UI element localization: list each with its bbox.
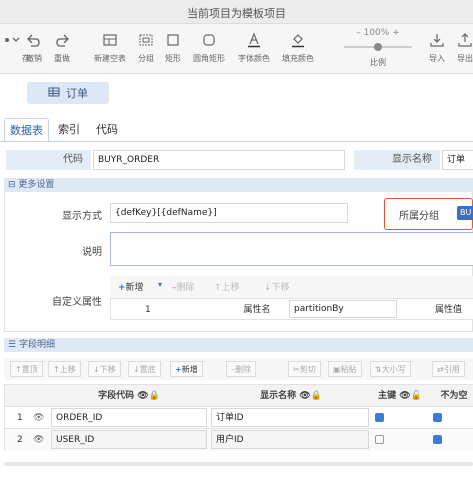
plus-icon: + — [118, 283, 126, 293]
app-window: 当前项目为模板项目 存 撤销 重做 新建空表 分组 矩形 圆角矩形 字体颜色 填… — [0, 0, 473, 477]
zoom-control: – 100% + 比例 — [336, 28, 420, 68]
field-down-button[interactable]: ↓下移 — [88, 361, 121, 377]
zoom-out-icon[interactable]: – — [356, 28, 361, 38]
pk-checkbox[interactable] — [375, 413, 384, 422]
redo-button[interactable]: 重做 — [40, 28, 84, 64]
attr-col-value-header: 属性值 — [434, 305, 462, 315]
display-name-label: 显示名称 — [354, 150, 440, 170]
entity-tab-order[interactable]: 订单 — [27, 82, 109, 104]
more-settings-icon: ⊟ — [8, 180, 16, 190]
zoom-label: 比例 — [370, 58, 386, 67]
pk-checkbox[interactable] — [375, 435, 384, 444]
field-top-button[interactable]: ↑置顶 — [10, 361, 43, 377]
attr-down-button[interactable]: ↓下移 — [264, 280, 290, 293]
field-name-input[interactable]: 用户ID — [211, 430, 369, 449]
fields-header[interactable]: ☰ 字段明细 — [4, 338, 473, 352]
attr-delete-button[interactable]: –删除 — [172, 280, 195, 293]
table-header-row: 字段代码 👁🔒 显示名称 👁🔒 主键 👁🔓 不为空 — [5, 385, 473, 407]
export-icon — [443, 28, 473, 52]
tab-bar: 数据表 索引 代码 — [0, 118, 473, 142]
field-paste-button[interactable]: ▣粘贴 — [328, 361, 362, 377]
field-cut-button[interactable]: ✂剪切 — [288, 361, 321, 377]
table-row[interactable]: 1 👁 ORDER_ID 订单ID — [5, 407, 473, 429]
field-bottom-button[interactable]: ↓置底 — [128, 361, 161, 377]
col-pk-header[interactable]: 主键 👁🔓 — [371, 386, 429, 406]
comment-textarea[interactable] — [110, 232, 473, 266]
toolbar: 存 撤销 重做 新建空表 分组 矩形 圆角矩形 字体颜色 填充颜色 – 100%… — [0, 24, 473, 74]
attr-col-name-header: 属性名 — [243, 305, 271, 315]
table-icon — [48, 87, 60, 100]
col-code-header[interactable]: 字段代码 👁🔒 — [49, 386, 209, 406]
attr-name-input[interactable]: partitionBy — [289, 300, 397, 318]
editor-panel: 订单 数据表 索引 代码 代码 BUYR_ORDER 显示名称 订单 ⊟ 更多设… — [0, 74, 473, 477]
eye-icon[interactable]: 👁 — [33, 408, 44, 428]
fields-table: 字段代码 👁🔒 显示名称 👁🔒 主键 👁🔓 不为空 1 👁 ORDER_ID 订… — [4, 384, 473, 451]
field-code-input[interactable]: USER_ID — [51, 430, 207, 449]
field-code-input[interactable]: ORDER_ID — [51, 408, 207, 427]
zoom-in-icon[interactable]: + — [392, 28, 400, 38]
attr-toolbar: +新增 ▾ –删除 ↑上移 ↓下移 — [110, 276, 473, 298]
font-color-icon — [232, 28, 276, 52]
group-label: 所属分组 — [399, 211, 439, 222]
tab-index[interactable]: 索引 — [54, 118, 84, 142]
field-delete-button[interactable]: –删除 — [226, 361, 256, 377]
export-button[interactable]: 导出 — [443, 28, 473, 64]
chevron-down-icon[interactable]: ▾ — [158, 280, 162, 289]
row-index: 1 — [17, 413, 23, 423]
tab-code[interactable]: 代码 — [92, 118, 122, 142]
display-mode-input[interactable]: {defKey}[{defName}] — [110, 203, 348, 223]
entity-tab-label: 订单 — [66, 87, 88, 100]
code-input[interactable]: BUYR_ORDER — [93, 150, 345, 170]
col-notnull-header[interactable]: 不为空 — [429, 386, 473, 406]
fill-color-button[interactable]: 填充颜色 — [276, 28, 320, 64]
rounded-rectangle-icon — [187, 28, 231, 52]
lock-icon: 🔒 — [310, 391, 322, 401]
more-settings-title: 更多设置 — [18, 180, 55, 190]
title-bar: 当前项目为模板项目 — [0, 0, 473, 24]
window-title: 当前项目为模板项目 — [187, 7, 286, 20]
attr-up-button[interactable]: ↑上移 — [214, 280, 240, 293]
fields-toolbar: ↑置顶 ↑上移 ↓下移 ↓置底 +新增 –删除 ✂剪切 ▣粘贴 ⇅大小写 ⇄引用 — [4, 358, 473, 380]
eye-icon: 👁 — [399, 391, 411, 401]
plus-icon: + — [175, 365, 182, 374]
font-color-button[interactable]: 字体颜色 — [232, 28, 276, 64]
fields-title: 字段明细 — [18, 340, 55, 350]
paint-bucket-icon — [276, 28, 320, 52]
comment-label: 说明 — [82, 247, 102, 258]
table-row[interactable]: 2 👁 USER_ID 用户ID — [5, 429, 473, 451]
zoom-slider-handle[interactable] — [374, 43, 382, 51]
display-name-input[interactable]: 订单 — [442, 150, 473, 170]
field-add-button[interactable]: +新增 — [170, 361, 203, 377]
field-up-button[interactable]: ↑上移 — [48, 361, 81, 377]
notnull-checkbox[interactable] — [433, 435, 442, 444]
lock-icon: 🔓 — [410, 391, 422, 401]
col-name-header[interactable]: 显示名称 👁🔒 — [211, 386, 371, 406]
zoom-value: 100% — [363, 28, 390, 38]
tab-table[interactable]: 数据表 — [4, 118, 49, 142]
redo-icon — [40, 28, 84, 52]
attr-add-button[interactable]: +新增 — [118, 280, 144, 293]
row-index: 2 — [17, 435, 23, 445]
more-settings-header[interactable]: ⊟ 更多设置 — [4, 178, 473, 192]
group-value[interactable]: BU — [457, 206, 473, 220]
eye-icon: 👁 — [299, 391, 311, 401]
list-icon: ☰ — [8, 340, 17, 350]
eye-icon[interactable]: 👁 — [33, 430, 44, 450]
attr-table: 1 属性名 partitionBy 属性值 — [110, 298, 473, 320]
lock-icon: 🔒 — [148, 391, 160, 401]
display-mode-label: 显示方式 — [62, 211, 102, 222]
group-highlight: 所属分组 BU — [384, 198, 473, 230]
field-name-input[interactable]: 订单ID — [211, 408, 369, 427]
rounded-rectangle-button[interactable]: 圆角矩形 — [187, 28, 231, 64]
fields-scrollbar[interactable] — [4, 462, 473, 466]
field-case-button[interactable]: ⇅大小写 — [370, 361, 411, 377]
attr-row-index: 1 — [145, 305, 151, 315]
notnull-checkbox[interactable] — [433, 413, 442, 422]
field-ref-button[interactable]: ⇄引用 — [432, 361, 465, 377]
custom-attr-label: 自定义属性 — [52, 297, 102, 308]
eye-icon: 👁 — [137, 391, 149, 401]
code-label: 代码 — [6, 150, 91, 170]
